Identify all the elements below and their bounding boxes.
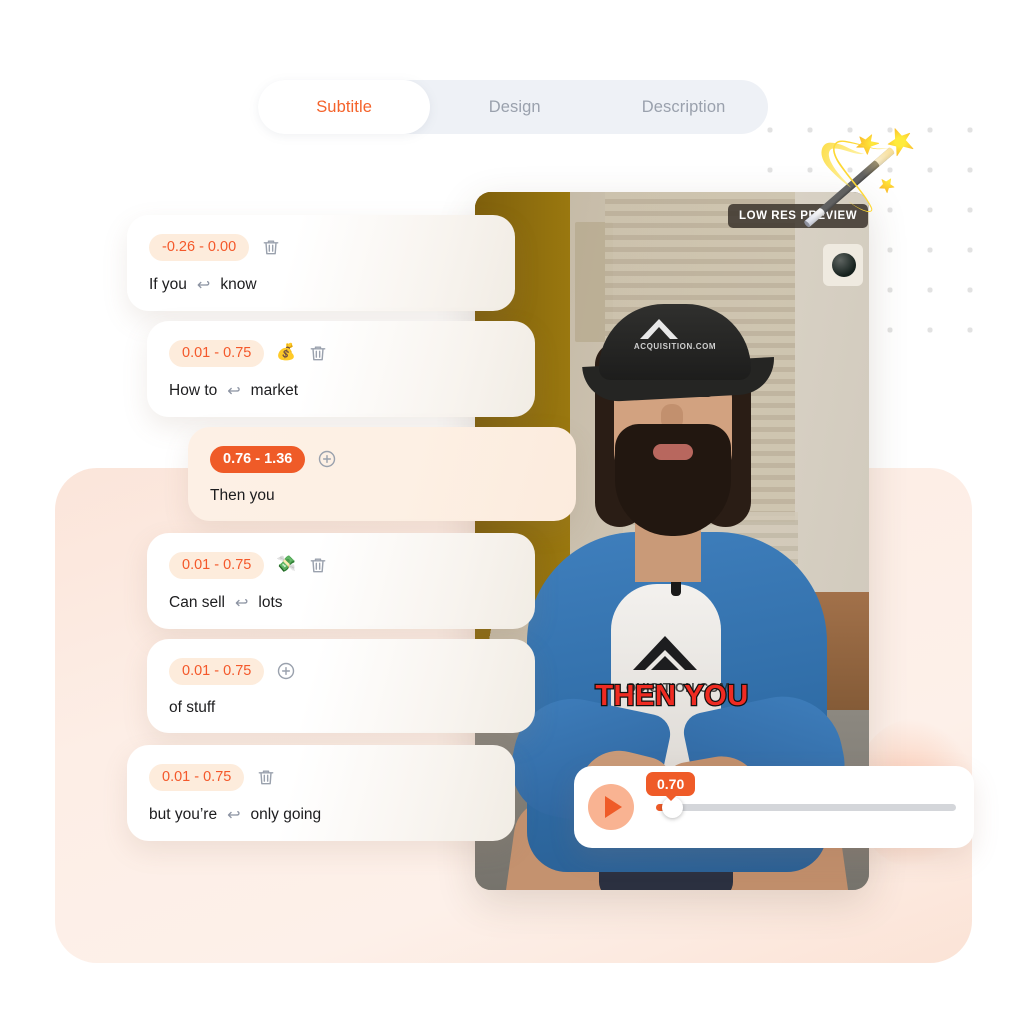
slider-track — [656, 803, 956, 811]
card-text[interactable]: Can sell ↩ lots — [169, 593, 513, 613]
card-text-right: know — [220, 276, 257, 293]
subtitle-card[interactable]: -0.26 - 0.00 If you ↩ know — [127, 215, 515, 311]
time-range-badge[interactable]: 0.01 - 0.75 — [169, 339, 265, 367]
money-with-wings-emoji-icon: 💸 — [276, 556, 297, 573]
delete-icon[interactable] — [261, 237, 281, 257]
card-toolbar: -0.26 - 0.00 — [149, 233, 493, 261]
tab-bar: Subtitle Design Description — [258, 80, 768, 134]
card-toolbar: 0.76 - 1.36 — [210, 445, 554, 473]
tab-description[interactable]: Description — [599, 80, 768, 134]
cap-logo-text: ACQUISITION.COM — [633, 342, 717, 351]
card-text-right: only going — [250, 806, 322, 823]
time-range-badge[interactable]: 0.01 - 0.75 — [169, 657, 265, 685]
video-player-controls: 0.70 — [574, 766, 974, 848]
delete-icon[interactable] — [308, 343, 328, 363]
person-mouth — [653, 444, 693, 460]
person-beard — [615, 424, 731, 536]
line-break-icon: ↩ — [235, 595, 249, 612]
line-break-icon: ↩ — [196, 277, 211, 294]
delete-icon[interactable] — [256, 767, 276, 787]
card-text-left: If you — [149, 276, 187, 293]
subtitle-card[interactable]: 0.01 - 0.75 of stuff — [147, 639, 535, 733]
line-break-icon: ↩ — [227, 807, 241, 824]
subtitle-card[interactable]: 0.01 - 0.75 but you’re ↩ only going — [127, 745, 515, 841]
card-text-right: lots — [258, 594, 283, 611]
subtitle-card-active[interactable]: 0.76 - 1.36 Then you — [188, 427, 576, 521]
card-text[interactable]: If you ↩ know — [149, 275, 493, 295]
current-time-tooltip: 0.70 — [646, 772, 696, 801]
low-res-preview-badge: LOW RES PREVIEW — [728, 204, 869, 228]
card-text-left: but you’re — [149, 806, 218, 823]
add-icon[interactable] — [317, 449, 337, 469]
play-icon — [605, 796, 622, 818]
time-range-badge[interactable]: 0.01 - 0.75 — [149, 763, 245, 791]
card-text[interactable]: How to ↩ market — [169, 381, 513, 401]
card-text-left: of stuff — [169, 699, 216, 716]
card-text[interactable]: Then you — [210, 487, 554, 505]
time-range-badge[interactable]: 0.01 - 0.75 — [169, 551, 265, 579]
card-text-left: How to — [169, 382, 218, 399]
card-text-left: Then you — [210, 487, 275, 504]
app-canvas: Subtitle Design Description QUISITION.CO… — [0, 0, 1024, 1024]
card-text[interactable]: of stuff — [169, 699, 513, 717]
scene-wall-fixture — [823, 244, 863, 286]
card-text-right: market — [250, 382, 299, 399]
money-bag-emoji-icon: 💰 — [276, 344, 297, 361]
subtitle-card[interactable]: 0.01 - 0.75 💸 Can sell ↩ lots — [147, 533, 535, 629]
time-range-badge[interactable]: -0.26 - 0.00 — [149, 233, 250, 261]
tab-subtitle[interactable]: Subtitle — [258, 80, 431, 134]
tab-design[interactable]: Design — [430, 80, 599, 134]
line-break-icon: ↩ — [227, 383, 241, 400]
time-range-badge-active[interactable]: 0.76 - 1.36 — [210, 445, 306, 473]
delete-icon[interactable] — [308, 555, 328, 575]
play-button[interactable] — [588, 784, 634, 830]
card-text[interactable]: but you’re ↩ only going — [149, 805, 493, 825]
subtitle-card[interactable]: 0.01 - 0.75 💰 How to ↩ market — [147, 321, 535, 417]
card-toolbar: 0.01 - 0.75 — [169, 657, 513, 685]
timeline-slider[interactable]: 0.70 — [646, 772, 956, 830]
card-toolbar: 0.01 - 0.75 💸 — [169, 551, 513, 579]
card-toolbar: 0.01 - 0.75 — [149, 763, 493, 791]
card-text-left: Can sell — [169, 594, 225, 611]
tab-design-label: Design — [488, 97, 541, 116]
card-toolbar: 0.01 - 0.75 💰 — [169, 339, 513, 367]
tab-description-label: Description — [641, 97, 726, 116]
shirt-logo-icon — [629, 632, 701, 674]
cap-logo-icon — [638, 317, 680, 341]
add-icon[interactable] — [276, 661, 296, 681]
tab-subtitle-label: Subtitle — [316, 97, 373, 116]
